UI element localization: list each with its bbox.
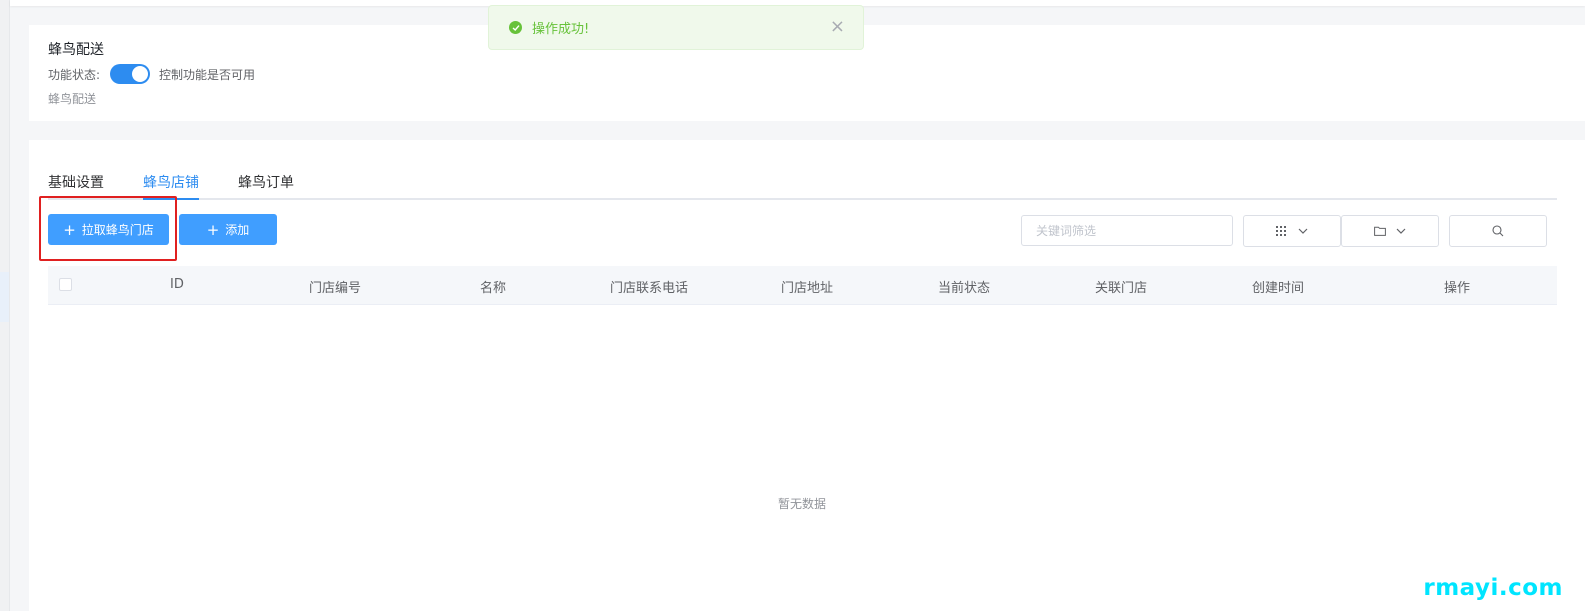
feature-description: 蜂鸟配送	[48, 92, 97, 106]
toggle-knob	[132, 66, 149, 82]
tab-hummingbird-orders[interactable]: 蜂鸟订单	[238, 172, 294, 200]
tab-basic-settings[interactable]: 基础设置	[48, 172, 104, 200]
column-actions: 操作	[1444, 281, 1471, 296]
search-button[interactable]	[1449, 215, 1547, 247]
feature-status-label: 功能状态:	[48, 67, 101, 82]
left-sidebar-strip	[0, 0, 10, 611]
column-linked-store: 关联门店	[1095, 281, 1148, 296]
search-icon	[1492, 225, 1504, 237]
folder-icon	[1374, 226, 1386, 236]
chevron-down-icon	[1396, 228, 1406, 234]
main-card: 基础设置 蜂鸟店铺 蜂鸟订单 + 拉取蜂鸟门店 + 添加 关键词筛选 ID 门店…	[29, 140, 1585, 611]
success-toast: 操作成功! ×	[488, 5, 864, 50]
plus-icon: +	[63, 220, 76, 239]
export-dropdown[interactable]	[1341, 215, 1439, 247]
column-store-code: 门店编号	[309, 281, 362, 296]
keyword-filter-input[interactable]: 关键词筛选	[1021, 215, 1233, 246]
chevron-down-icon	[1298, 228, 1308, 234]
column-settings-dropdown[interactable]	[1243, 215, 1341, 247]
add-button[interactable]: + 添加	[179, 214, 277, 245]
select-all-checkbox[interactable]	[59, 278, 72, 291]
add-label: 添加	[225, 223, 250, 237]
pull-stores-button[interactable]: + 拉取蜂鸟门店	[48, 214, 169, 245]
check-circle-icon	[509, 21, 522, 34]
sidebar-active-marker	[0, 272, 9, 322]
tab-hummingbird-stores[interactable]: 蜂鸟店铺	[143, 172, 199, 200]
feature-status-hint: 控制功能是否可用	[159, 67, 256, 82]
column-store-phone: 门店联系电话	[610, 281, 689, 296]
feature-title: 蜂鸟配送	[48, 42, 104, 58]
close-icon[interactable]: ×	[830, 18, 845, 36]
grid-icon	[1276, 226, 1286, 236]
column-id: ID	[170, 277, 184, 292]
table-header: ID 门店编号 名称 门店联系电话 门店地址 当前状态 关联门店 创建时间 操作	[48, 266, 1557, 305]
column-current-status: 当前状态	[938, 281, 991, 296]
feature-status-row: 功能状态: 控制功能是否可用	[48, 63, 255, 85]
column-created-time: 创建时间	[1252, 281, 1305, 296]
plus-icon: +	[206, 220, 220, 239]
tab-bar: 基础设置 蜂鸟店铺 蜂鸟订单	[48, 170, 1557, 200]
pull-stores-label: 拉取蜂鸟门店	[81, 223, 154, 237]
table-empty-text: 暂无数据	[778, 497, 827, 511]
feature-status-toggle[interactable]	[110, 64, 151, 84]
watermark-text: rmayi.com	[1423, 575, 1563, 601]
column-name: 名称	[480, 281, 507, 296]
toast-message: 操作成功!	[532, 22, 590, 37]
column-store-address: 门店地址	[781, 281, 834, 296]
